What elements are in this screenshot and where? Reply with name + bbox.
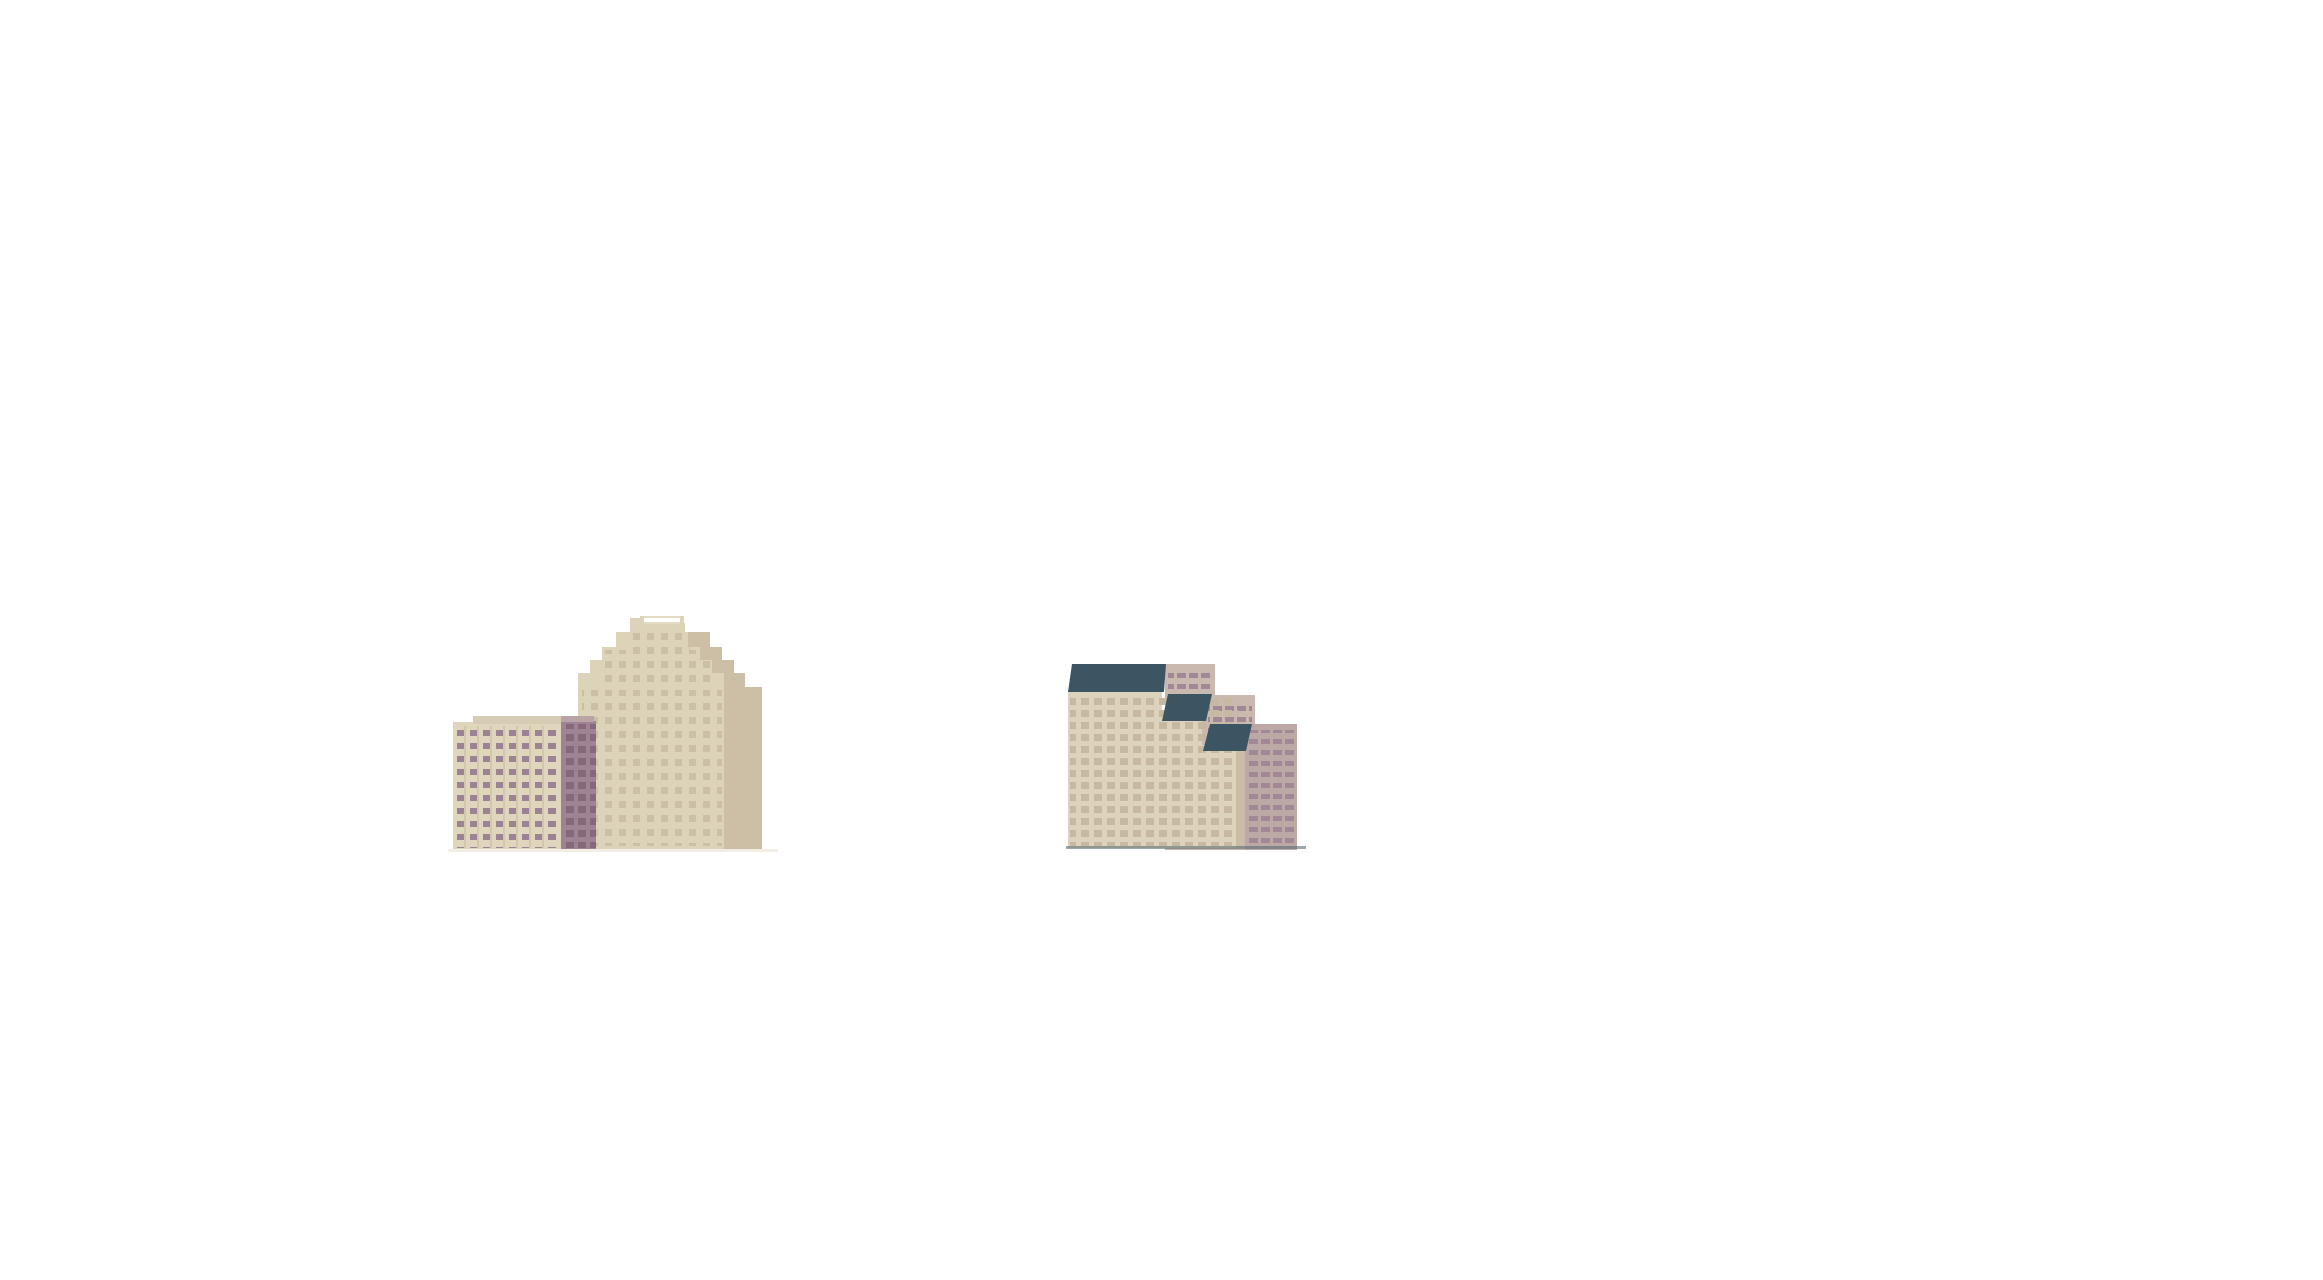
canvas [0, 0, 2323, 1280]
ground-line-right [1066, 846, 1306, 849]
office-buildings-cluster-right-icon [1066, 664, 1306, 850]
front-office-block [1068, 690, 1244, 848]
